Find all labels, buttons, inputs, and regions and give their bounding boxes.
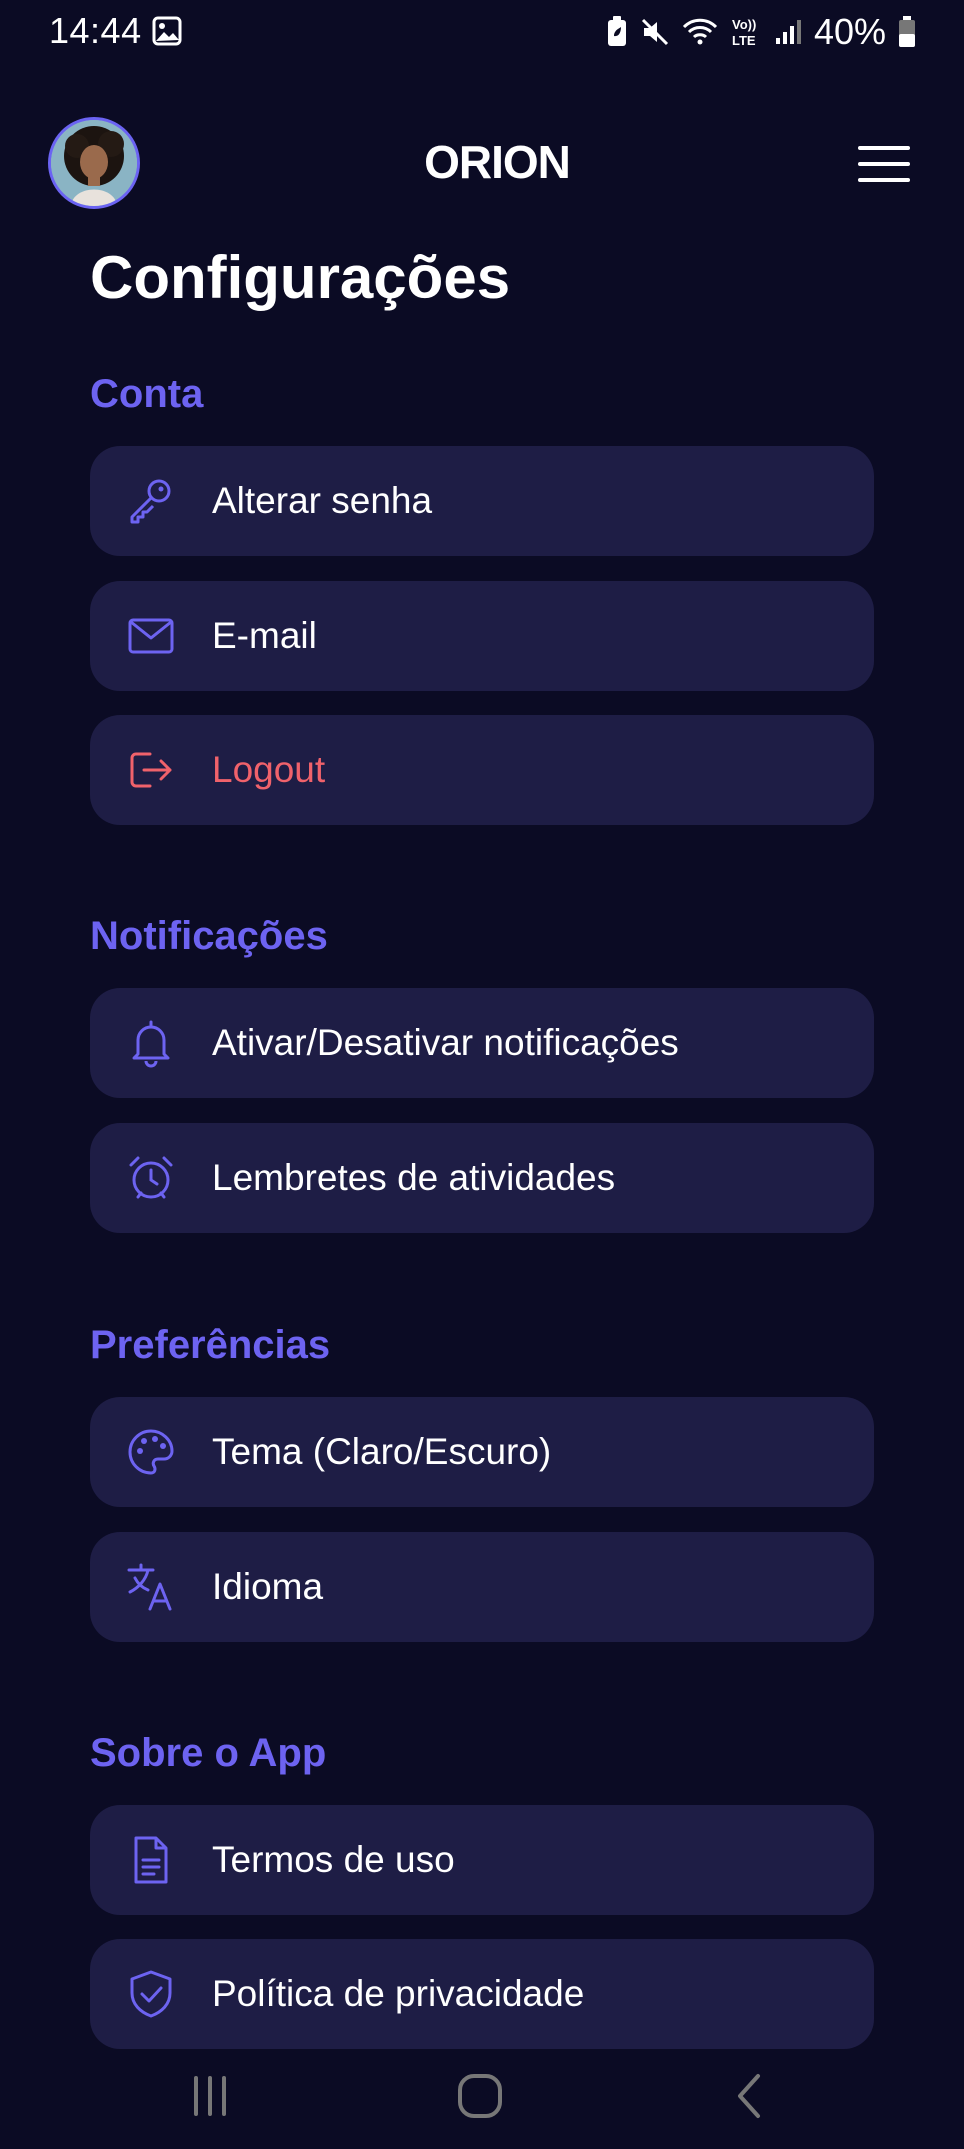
battery-percent: 40% (813, 11, 886, 52)
settings-item-politica-de-privacidade[interactable]: Política de privacidade (90, 1939, 874, 2049)
gallery-icon (152, 16, 182, 46)
page-title: Configurações (90, 244, 511, 311)
section-title-notificacoes: Notificações (90, 914, 328, 958)
shield-icon (130, 1970, 172, 2018)
key-icon (130, 479, 171, 524)
back-icon[interactable] (720, 2066, 780, 2126)
section-title-sobre-o-app: Sobre o App (90, 1731, 327, 1775)
status-bar: 14:44 Vo)) LTE 40% (0, 0, 964, 64)
battery-icon (899, 16, 915, 47)
home-icon[interactable] (450, 2066, 510, 2126)
section-title-preferencias: Preferências (90, 1323, 331, 1367)
settings-item-email[interactable]: E-mail (90, 581, 874, 691)
settings-item-logout[interactable]: Logout (90, 715, 874, 825)
hamburger-menu-icon[interactable] (858, 146, 910, 182)
volte-icon: Vo)) LTE (732, 17, 756, 48)
avatar[interactable] (48, 117, 140, 209)
status-time: 14:44 (49, 10, 142, 51)
settings-item-label: Termos de uso (212, 1839, 455, 1880)
orion-logo: ORION (424, 140, 571, 184)
svg-text:LTE: LTE (732, 33, 756, 48)
settings-item-tema[interactable]: Tema (Claro/Escuro) (90, 1397, 874, 1507)
battery-saver-icon (607, 16, 626, 46)
settings-item-label: Política de privacidade (212, 1973, 585, 2014)
recent-apps-icon[interactable] (180, 2066, 240, 2126)
mute-icon (641, 18, 668, 46)
bell-icon (132, 1020, 170, 1068)
status-indicators: Vo)) LTE 40% (606, 10, 916, 54)
wifi-icon (682, 18, 717, 45)
settings-item-termos-de-uso[interactable]: Termos de uso (90, 1805, 874, 1915)
logo-text: ORION (424, 140, 570, 184)
system-nav-bar (0, 2046, 964, 2149)
settings-item-label: Lembretes de atividades (212, 1157, 616, 1198)
settings-item-label: Logout (212, 749, 326, 790)
settings-item-alterar-senha[interactable]: Alterar senha (90, 446, 874, 556)
section-title-conta: Conta (90, 372, 204, 416)
settings-item-label: Ativar/Desativar notificações (212, 1022, 679, 1063)
logout-icon (130, 752, 172, 788)
settings-item-idioma[interactable]: Idioma (90, 1532, 874, 1642)
avatar-image (51, 120, 137, 206)
alarm-icon (129, 1156, 173, 1199)
translate-icon (127, 1563, 172, 1611)
settings-item-notificacoes[interactable]: Ativar/Desativar notificações (90, 988, 874, 1098)
signal-icon (775, 20, 801, 44)
mail-icon (128, 618, 174, 654)
settings-item-label: E-mail (212, 615, 317, 656)
settings-item-label: Idioma (212, 1566, 324, 1607)
settings-item-label: Alterar senha (212, 480, 433, 521)
svg-text:Vo)): Vo)) (732, 17, 756, 32)
palette-icon (128, 1429, 174, 1475)
settings-item-label: Tema (Claro/Escuro) (212, 1431, 552, 1472)
document-icon (134, 1836, 168, 1884)
settings-item-lembretes[interactable]: Lembretes de atividades (90, 1123, 874, 1233)
